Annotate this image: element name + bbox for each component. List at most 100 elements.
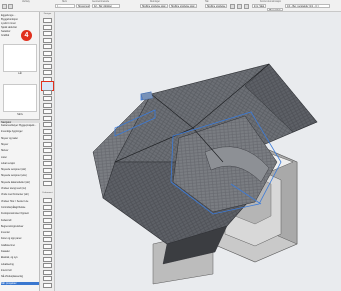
navigator-item[interactable]: Skyver og rader [1, 137, 18, 140]
navigator-item[interactable]: Når. prosjekter [1, 281, 39, 285]
toolbox: Designr Dokument [40, 12, 55, 291]
document-tool-icon[interactable] [43, 263, 52, 268]
navigator-item[interactable]: Controllerpålagt Rekke [1, 206, 25, 209]
tool-icon[interactable] [43, 102, 52, 108]
tool-icon[interactable] [43, 31, 52, 36]
method-field[interactable]: Skyvemestekst [76, 4, 90, 8]
step-number-badge: 4 [21, 30, 32, 41]
extension-field[interactable]: Skylline utvidelse skal... [205, 4, 227, 8]
document-tool-icon[interactable] [43, 243, 52, 249]
panel-menu-item[interactable]: Byggefunksjon [1, 18, 18, 21]
navigator-item[interactable]: Skyvede versjoner (eks) [1, 174, 27, 177]
tool-icon[interactable] [43, 135, 52, 140]
document-tool-icon[interactable] [43, 204, 52, 210]
document-tool-icon[interactable] [43, 211, 52, 216]
tool-icon[interactable] [43, 154, 52, 160]
tool-icon[interactable] [43, 96, 52, 101]
tool-icon[interactable] [43, 50, 52, 56]
navigator-item[interactable]: Skyver [1, 143, 8, 146]
navigator-item[interactable]: Internt fell [1, 269, 12, 272]
tool-icon[interactable] [43, 57, 52, 62]
navigator-item[interactable]: Lokalisering [1, 263, 14, 266]
navigator-item[interactable]: Fører og opp panel [1, 237, 21, 240]
tool-icon[interactable] [43, 148, 52, 153]
navigator-item[interactable]: Skyvede versjoner (skr) [1, 168, 26, 171]
view-field[interactable]: 1/4 - Ber. perspektiv (1/1 - r.f.) [285, 4, 330, 8]
roof-shape-icon[interactable] [237, 3, 242, 9]
preview-caption: Lår [18, 72, 22, 75]
left-palette: Eggelunge... Byggefunksjon Lysfort zoner… [0, 12, 40, 291]
navigator-item[interactable]: Kanterverktøyet: Byggeprosjekt... [1, 124, 36, 127]
tool-icon[interactable] [43, 122, 52, 127]
settings-icon[interactable] [8, 3, 13, 9]
activity-field[interactable]: 42 - Skr. Aktivitet [92, 4, 120, 8]
document-tool-icon[interactable] [43, 282, 52, 288]
document-tool-icon[interactable] [43, 224, 52, 229]
tool-icon[interactable] [43, 70, 52, 75]
navigator-item[interactable]: Lister [1, 156, 7, 159]
navigator-item[interactable]: Vinduer stengt ved (inv) [1, 187, 26, 190]
preview-caption: Skriv [17, 113, 23, 116]
3d-model[interactable] [55, 12, 341, 291]
toolbar-section-label: Kontur-/konstruksjon [260, 0, 282, 3]
navigator-item[interactable]: Grafiske liner [1, 244, 15, 247]
tool-icon[interactable] [43, 115, 52, 121]
place-mode-field[interactable]: Plass Main... [267, 7, 283, 11]
tool-icon[interactable] [43, 161, 52, 166]
navigator-item[interactable]: Funksjonsvinduer Oppsett [1, 212, 29, 215]
roof-pitch-icon[interactable] [230, 3, 235, 9]
tool-icon[interactable] [43, 37, 52, 43]
tool-icon[interactable] [43, 44, 52, 49]
toolbar-section-label: Verktøy [22, 0, 30, 3]
panel-menu-item[interactable]: Selektor [1, 30, 11, 33]
tool-icon[interactable] [43, 167, 52, 173]
navigator-item[interactable]: Inventar [1, 231, 10, 234]
toolbar-section-label: Geometrimetode [92, 0, 110, 3]
navigator-item[interactable]: Vinduer Hos: I Senter Lite [1, 200, 28, 203]
tool-icon[interactable] [43, 109, 52, 114]
document-tool-icon[interactable] [43, 230, 52, 236]
info-box-toolbar: Verktøy Nivå Geometrimetode Retninger Ta… [0, 0, 341, 12]
tool-icon[interactable] [43, 128, 52, 134]
navigator-item[interactable]: Skyvede datamodeller (skr) [1, 181, 30, 184]
navigator-header: Navigator [0, 119, 40, 124]
panel-menu-item[interactable]: Lysfort zoner [1, 22, 16, 25]
document-tool-icon[interactable] [43, 217, 52, 223]
toolbox-doc-header: Dokument [42, 192, 53, 194]
navigator-item[interactable]: Elastisk, og Lys [1, 256, 18, 259]
tool-icon[interactable] [43, 24, 52, 30]
tool-icon[interactable] [43, 141, 52, 147]
navigator-item[interactable]: Lokal versjon [1, 162, 15, 165]
navigator-item[interactable]: Skriver [1, 149, 8, 152]
layer-field[interactable]: Ⅰ ... [55, 4, 75, 8]
tool-icon[interactable] [43, 63, 52, 69]
document-tool-icon[interactable] [43, 269, 52, 275]
navigator-item[interactable]: Fellesmdl [1, 219, 11, 222]
toolbox-header: Designr [43, 13, 52, 15]
toolbar-section-label: Retninger [150, 0, 160, 3]
3d-viewport[interactable] [55, 12, 341, 291]
navigator-item[interactable]: Vindu med frontenter (skr) [1, 193, 29, 196]
panel-menu-item[interactable]: Sjekk aktivitet [1, 26, 17, 29]
extension-field[interactable]: Skylline utvidelse skal... [169, 4, 197, 8]
tool-icon[interactable] [43, 174, 52, 179]
tool-icon[interactable] [43, 180, 52, 186]
navigator-item[interactable]: Fasader [1, 250, 10, 253]
document-tool-icon[interactable] [43, 198, 52, 203]
scale-field[interactable]: Innr. Skal. [252, 4, 266, 8]
navigator-item[interactable]: Begrensningsvinduer [1, 225, 23, 228]
extension-field[interactable]: Skylline utvidelse skal... [140, 4, 168, 8]
document-tool-icon[interactable] [43, 276, 52, 281]
document-tool-icon[interactable] [43, 256, 52, 262]
panel-menu-item[interactable]: Grafikk [1, 34, 9, 37]
navigator-item[interactable]: Invendige bygninger [1, 130, 23, 133]
tool-icon[interactable] [43, 89, 52, 95]
navigator-item[interactable]: Nå-Vindusplassering [1, 275, 23, 278]
roof-level-icon[interactable] [244, 3, 249, 9]
element-type-icon[interactable] [2, 3, 7, 9]
document-tool-icon[interactable] [43, 250, 52, 255]
panel-menu-item[interactable]: Eggelunge... [1, 14, 16, 17]
tool-icon[interactable] [43, 18, 52, 23]
document-tool-icon[interactable] [43, 237, 52, 242]
toolbar-section-label: Nivå [62, 0, 67, 3]
